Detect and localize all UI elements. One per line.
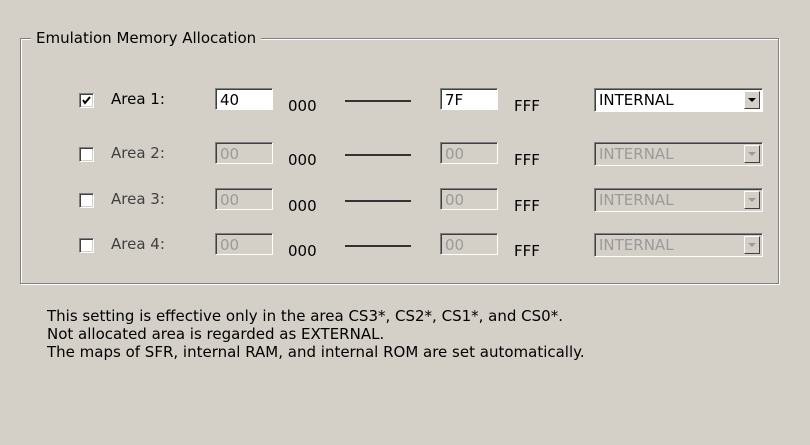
area-2-label: Area 2: <box>111 144 165 162</box>
area-2-start-input[interactable]: 00 <box>215 142 273 164</box>
range-dash <box>345 154 411 156</box>
dropdown-arrow-icon[interactable] <box>744 91 760 109</box>
checkmark-icon <box>82 96 91 105</box>
area-4-start-input[interactable]: 00 <box>215 233 273 255</box>
area-3-type-value: INTERNAL <box>599 191 674 209</box>
area-1-type-select[interactable]: INTERNAL <box>594 88 763 112</box>
area-4-type-value: INTERNAL <box>599 236 674 254</box>
dropdown-arrow-icon[interactable] <box>744 145 760 163</box>
area-row-1: Area 1: 40 000 7F FFF INTERNAL <box>0 88 810 116</box>
area-4-start-suffix: 000 <box>288 242 317 260</box>
dropdown-arrow-icon[interactable] <box>744 191 760 209</box>
note-line-1: This setting is effective only in the ar… <box>47 307 563 325</box>
note-line-2: Not allocated area is regarded as EXTERN… <box>47 325 385 343</box>
area-2-type-value: INTERNAL <box>599 145 674 163</box>
dropdown-arrow-icon[interactable] <box>744 236 760 254</box>
area-2-checkbox[interactable] <box>79 147 94 162</box>
group-title: Emulation Memory Allocation <box>31 29 262 47</box>
area-1-checkbox[interactable] <box>79 93 94 108</box>
area-4-checkbox[interactable] <box>79 238 94 253</box>
area-2-type-select[interactable]: INTERNAL <box>594 142 763 166</box>
area-1-end-suffix: FFF <box>514 97 540 115</box>
area-4-end-suffix: FFF <box>514 242 540 260</box>
area-4-label: Area 4: <box>111 235 165 253</box>
area-3-start-suffix: 000 <box>288 197 317 215</box>
area-1-end-input[interactable]: 7F <box>440 88 498 110</box>
area-1-type-value: INTERNAL <box>599 91 674 109</box>
note-line-3: The maps of SFR, internal RAM, and inter… <box>47 343 585 361</box>
area-row-3: Area 3: 00 000 00 FFF INTERNAL <box>0 188 810 216</box>
area-3-label: Area 3: <box>111 190 165 208</box>
area-1-start-input[interactable]: 40 <box>215 88 273 110</box>
area-4-end-input[interactable]: 00 <box>440 233 498 255</box>
area-4-type-select[interactable]: INTERNAL <box>594 233 763 257</box>
area-2-start-suffix: 000 <box>288 151 317 169</box>
area-row-4: Area 4: 00 000 00 FFF INTERNAL <box>0 233 810 261</box>
area-3-end-input[interactable]: 00 <box>440 188 498 210</box>
range-dash <box>345 200 411 202</box>
area-row-2: Area 2: 00 000 00 FFF INTERNAL <box>0 142 810 170</box>
area-2-end-suffix: FFF <box>514 151 540 169</box>
area-3-checkbox[interactable] <box>79 193 94 208</box>
area-3-start-input[interactable]: 00 <box>215 188 273 210</box>
area-1-label: Area 1: <box>111 90 165 108</box>
area-3-end-suffix: FFF <box>514 197 540 215</box>
area-2-end-input[interactable]: 00 <box>440 142 498 164</box>
area-3-type-select[interactable]: INTERNAL <box>594 188 763 212</box>
range-dash <box>345 245 411 247</box>
range-dash <box>345 100 411 102</box>
area-1-start-suffix: 000 <box>288 97 317 115</box>
